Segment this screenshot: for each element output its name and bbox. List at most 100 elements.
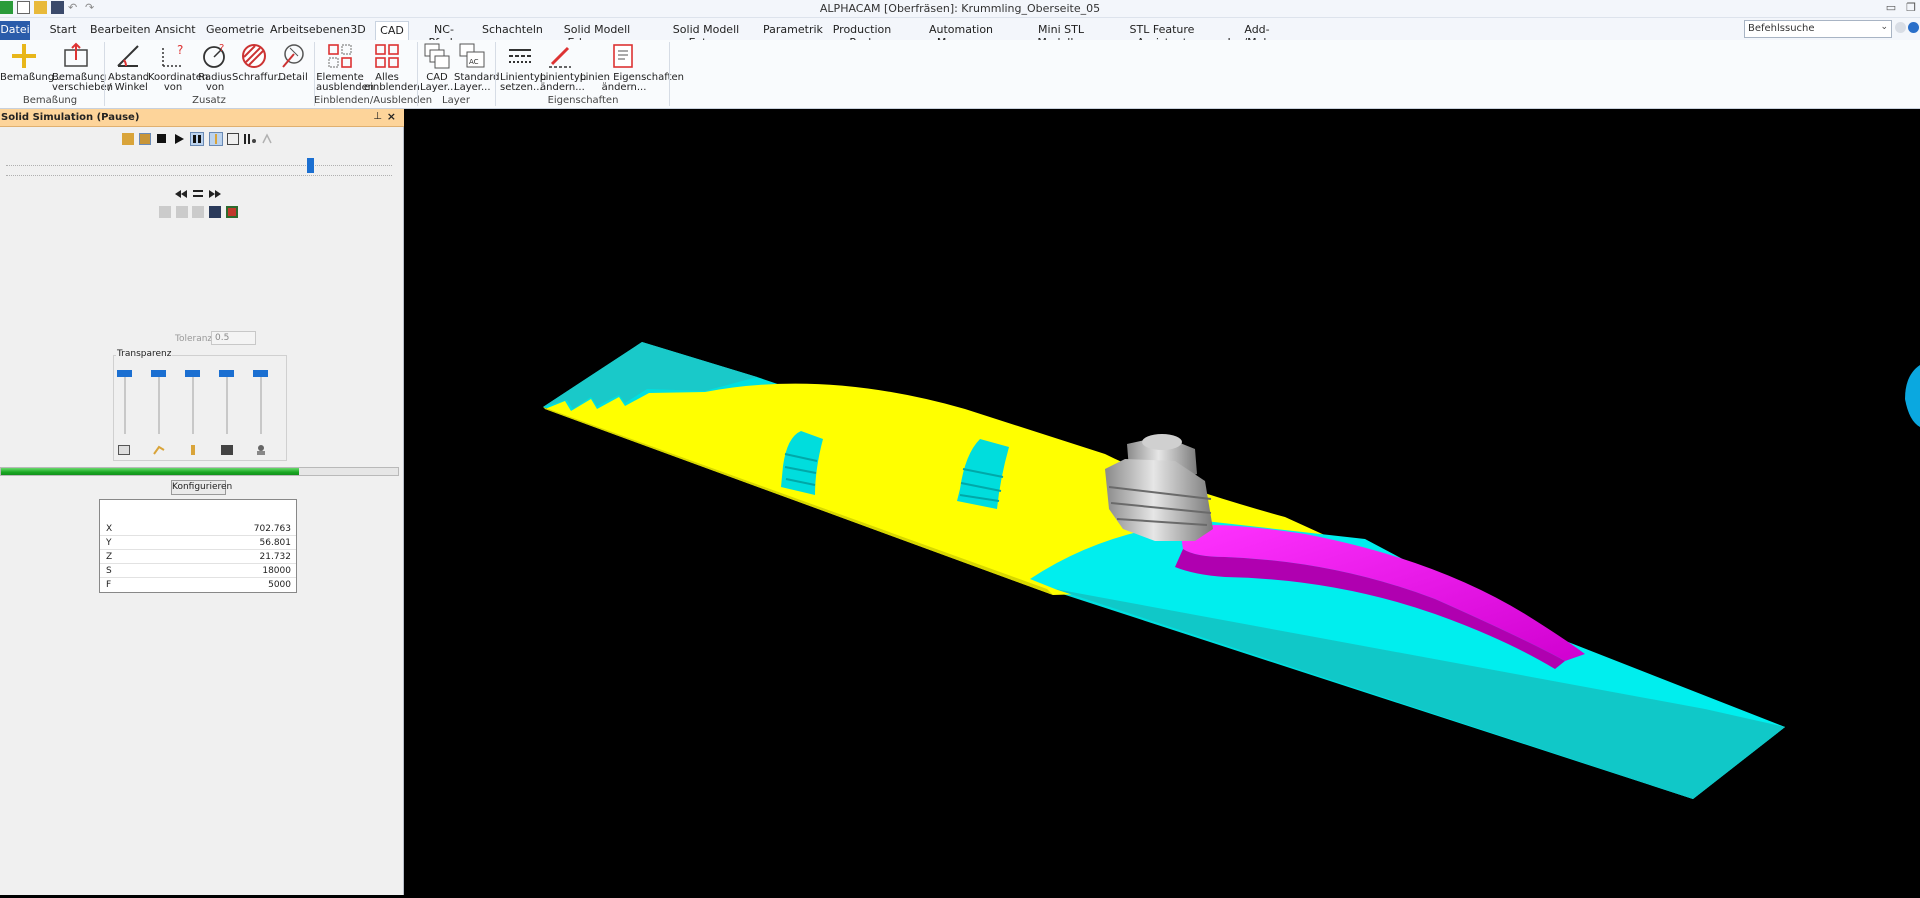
tolerance-input[interactable]: 0.5 bbox=[211, 331, 256, 345]
detail-label: Detail bbox=[278, 72, 308, 83]
progress-fill bbox=[1, 468, 299, 475]
step-icon[interactable] bbox=[243, 133, 256, 145]
ribbon-minimize-icon[interactable] bbox=[1895, 22, 1906, 33]
svg-text:?: ? bbox=[177, 43, 183, 57]
tab-stl-feature-assistent[interactable]: STL Feature Assistent bbox=[1117, 21, 1207, 49]
transparency-slider-stock[interactable] bbox=[124, 374, 126, 434]
tab-geometrie[interactable]: Geometrie bbox=[206, 21, 264, 40]
tab-file[interactable]: Datei bbox=[0, 21, 30, 40]
speed-slider-thumb[interactable] bbox=[307, 158, 314, 173]
cad-layer-button[interactable]: CAD Layer... bbox=[420, 40, 457, 96]
coord-row-z: Z 21.732 bbox=[100, 550, 296, 564]
command-search-input[interactable]: Befehlssuche ⌄ bbox=[1744, 20, 1892, 38]
simulation-viewport[interactable] bbox=[405, 109, 1920, 895]
tab-ansicht[interactable]: Ansicht bbox=[155, 21, 196, 40]
alles-einblenden-button[interactable]: Alles einblenden bbox=[364, 40, 420, 96]
tab-automation-manager[interactable]: Automation Manager bbox=[915, 21, 1007, 49]
tab-bearbeiten[interactable]: Bearbeiten bbox=[90, 21, 150, 40]
coordinates-icon: ? bbox=[162, 43, 183, 67]
save-stl-icon[interactable] bbox=[209, 206, 221, 218]
cad-layer-label: CAD Layer... bbox=[420, 72, 457, 93]
line-type-icon bbox=[509, 49, 531, 63]
show-all-icon bbox=[375, 44, 399, 68]
transparency-slider-toolpath[interactable] bbox=[158, 374, 160, 434]
coord-key: X bbox=[106, 524, 113, 534]
coord-value: 5000 bbox=[268, 580, 291, 590]
bemassung-verschieben-button[interactable]: Bemaßung verschieben bbox=[52, 40, 113, 96]
dimension-icon bbox=[12, 44, 36, 68]
step-back-icon[interactable] bbox=[139, 133, 151, 145]
coord-row-f: F 5000 bbox=[100, 578, 296, 592]
radius-icon: ? bbox=[203, 43, 225, 68]
stop-icon[interactable] bbox=[157, 134, 166, 143]
zoom-window-icon[interactable] bbox=[227, 133, 239, 145]
measure-icon[interactable] bbox=[261, 133, 273, 145]
tab-production-pack[interactable]: Production Pack bbox=[827, 21, 897, 49]
rewind-start-icon[interactable] bbox=[122, 133, 134, 145]
tab-solid-modell-erkennung[interactable]: Solid Modell Erkennung bbox=[548, 21, 646, 49]
fast-forward-icon[interactable] bbox=[209, 188, 221, 200]
tab-schachteln[interactable]: Schachteln bbox=[482, 21, 543, 40]
tab-add-ins-makros[interactable]: Add-Ins/Makros bbox=[1223, 21, 1291, 49]
coord-row-y: Y 56.801 bbox=[100, 536, 296, 550]
transparency-thumb-holder[interactable] bbox=[219, 370, 234, 377]
chevron-down-icon[interactable]: ⌄ bbox=[1880, 22, 1888, 32]
compare-icon[interactable] bbox=[176, 206, 188, 218]
pause-icon[interactable] bbox=[190, 132, 204, 146]
elemente-ausblenden-button[interactable]: Elemente ausblenden bbox=[316, 40, 374, 96]
close-icon[interactable]: × bbox=[387, 110, 396, 123]
tab-parametrik[interactable]: Parametrik bbox=[763, 21, 823, 40]
linien-eigenschaften-button[interactable]: Linien Eigenschaften ändern... bbox=[580, 40, 684, 96]
koordinaten-von-button[interactable]: ? Koordinaten von bbox=[148, 40, 208, 96]
pin-icon[interactable]: ⊥ bbox=[373, 111, 382, 122]
help-icon[interactable] bbox=[1908, 22, 1919, 33]
detail-button[interactable]: Detail bbox=[276, 40, 310, 96]
tab-start[interactable]: Start bbox=[49, 21, 77, 40]
coord-key: Y bbox=[106, 538, 112, 548]
fixture-icon bbox=[255, 445, 267, 455]
group-label-eigenschaften: Eigenschaften bbox=[547, 95, 619, 106]
bemassung-button[interactable]: Bemaßung... bbox=[0, 40, 64, 96]
tab-cad[interactable]: CAD bbox=[375, 21, 409, 40]
coord-row-s: S 18000 bbox=[100, 564, 296, 578]
offscreen-object bbox=[1905, 365, 1920, 427]
abstand-winkel-button[interactable]: Abstand / Winkel bbox=[108, 40, 149, 96]
group-separator bbox=[417, 42, 418, 106]
schraffur-button[interactable]: Schraffur... bbox=[232, 40, 286, 96]
holder-icon bbox=[221, 445, 233, 455]
transparency-thumb-toolpath[interactable] bbox=[151, 370, 166, 377]
report-icon[interactable] bbox=[226, 206, 238, 218]
radius-label: Radius von bbox=[198, 72, 232, 93]
tab-solid-modell-extras[interactable]: Solid Modell Extras bbox=[666, 21, 746, 49]
tab-mini-stl-modeller[interactable]: Mini STL Modeller bbox=[1024, 21, 1098, 49]
transparency-thumb-fixture[interactable] bbox=[253, 370, 268, 377]
tab-nc-pfade[interactable]: NC-Pfade bbox=[421, 21, 467, 49]
restore-snapshot-icon[interactable] bbox=[192, 206, 204, 218]
linientyp-setzen-button[interactable]: Linientyp setzen... bbox=[500, 40, 546, 96]
transparency-slider-tool[interactable] bbox=[192, 374, 194, 434]
configure-button[interactable]: Konfigurieren bbox=[171, 480, 232, 495]
transparency-thumb-tool[interactable] bbox=[185, 370, 200, 377]
transparency-thumb-stock[interactable] bbox=[117, 370, 132, 377]
linientyp-aendern-button[interactable]: Linientyp ändern... bbox=[540, 40, 586, 96]
tab-3d[interactable]: 3D bbox=[348, 21, 368, 40]
speed-slider-track[interactable] bbox=[6, 165, 392, 166]
restore-icon[interactable]: ❐ bbox=[1906, 1, 1916, 14]
radius-von-button[interactable]: ? Radius von bbox=[198, 40, 232, 96]
transparency-slider-fixture[interactable] bbox=[260, 374, 262, 434]
line-properties-icon bbox=[613, 44, 633, 68]
standard-layer-button[interactable]: AC Standard Layer... bbox=[454, 40, 500, 96]
panel-title: Solid Simulation (Pause) bbox=[1, 112, 140, 123]
tool-view-icon[interactable] bbox=[209, 132, 223, 146]
transparency-slider-holder[interactable] bbox=[226, 374, 228, 434]
simulation-progress-bar bbox=[0, 467, 399, 476]
group-separator bbox=[495, 42, 496, 106]
coord-key: F bbox=[106, 580, 112, 590]
minimize-icon[interactable]: ▭ bbox=[1886, 1, 1896, 14]
snapshot-icon[interactable] bbox=[159, 206, 171, 218]
list-icon[interactable] bbox=[193, 188, 205, 200]
fast-rewind-icon[interactable] bbox=[175, 188, 187, 200]
coord-value: 702.763 bbox=[253, 524, 291, 534]
play-icon[interactable] bbox=[173, 133, 185, 145]
tab-arbeitsebenen[interactable]: Arbeitsebenen bbox=[270, 21, 350, 40]
